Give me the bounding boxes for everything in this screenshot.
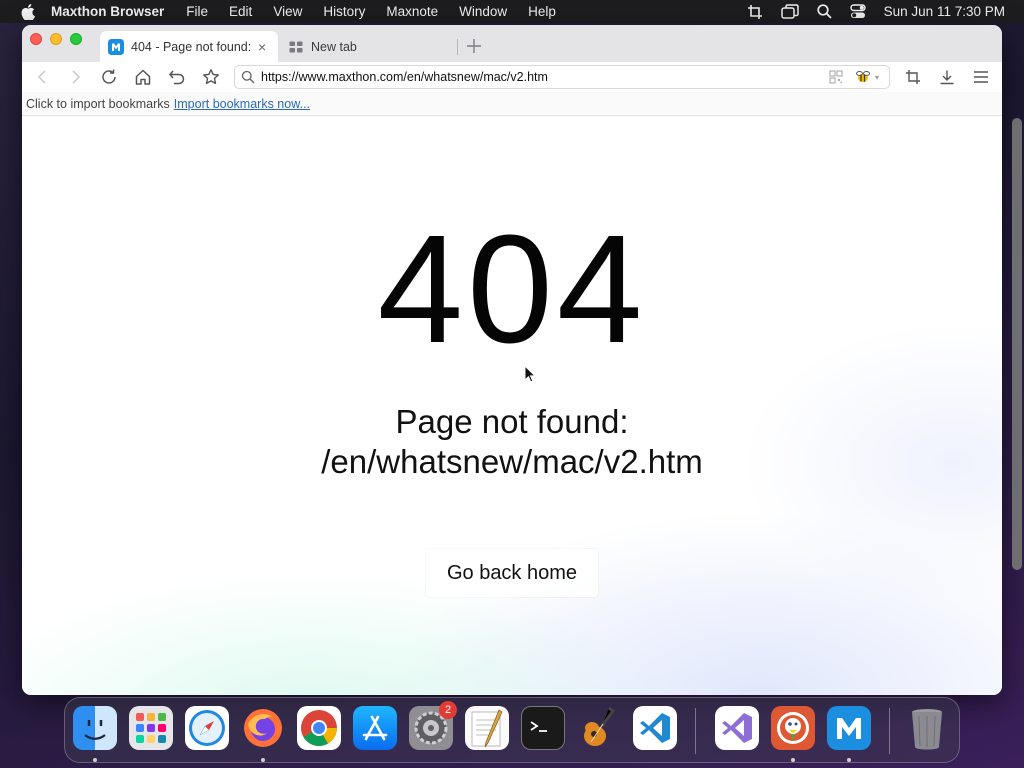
terminal-icon[interactable] <box>521 706 565 750</box>
navigation-toolbar: https://www.maxthon.com/en/whatsnew/mac/… <box>22 62 1002 92</box>
qr-code-icon[interactable] <box>829 70 843 84</box>
running-indicator <box>791 758 795 762</box>
menubar-clock[interactable]: Sun Jun 11 7:30 PM <box>884 4 1005 19</box>
notification-badge: 2 <box>439 701 457 719</box>
dock-divider <box>889 708 890 754</box>
menu-window[interactable]: Window <box>459 4 507 19</box>
menu-view[interactable]: View <box>273 4 302 19</box>
running-indicator <box>93 758 97 762</box>
apple-icon[interactable] <box>19 0 37 23</box>
visual-studio-icon[interactable] <box>715 706 759 750</box>
desktop-scrollbar[interactable] <box>1012 118 1022 570</box>
import-bookmarks-link[interactable]: Import bookmarks now... <box>174 97 310 111</box>
page-content: 404 Page not found: /en/whatsnew/mac/v2.… <box>22 116 1002 695</box>
reload-icon[interactable] <box>100 68 118 86</box>
new-tab-grid-icon <box>289 41 303 52</box>
menu-edit[interactable]: Edit <box>229 4 252 19</box>
dock: 2 <box>64 697 960 763</box>
vscode-icon[interactable] <box>633 706 677 750</box>
running-indicator <box>261 758 265 762</box>
minimize-window-button[interactable] <box>50 33 62 45</box>
menu-history[interactable]: History <box>323 4 365 19</box>
tab-divider <box>457 39 458 55</box>
go-back-home-button[interactable]: Go back home <box>426 549 598 597</box>
search-icon <box>241 70 255 84</box>
address-bar[interactable]: https://www.maxthon.com/en/whatsnew/mac/… <box>234 65 890 89</box>
trash-icon[interactable] <box>905 706 949 750</box>
download-icon[interactable] <box>938 68 956 86</box>
not-found-message: Page not found: /en/whatsnew/mac/v2.htm <box>22 402 1002 482</box>
app-name-menu[interactable]: Maxthon Browser <box>51 4 164 19</box>
duckduckgo-icon[interactable] <box>771 706 815 750</box>
garageband-icon[interactable] <box>577 706 621 750</box>
not-found-label: Page not found: <box>395 403 629 440</box>
tab-title: 404 - Page not found: <box>131 39 252 54</box>
running-indicator <box>847 758 851 762</box>
tab-page-not-found[interactable]: 404 - Page not found: × <box>100 31 278 62</box>
close-tab-icon[interactable]: × <box>258 40 270 54</box>
tab-bar: 404 - Page not found: × New tab <box>22 25 1002 62</box>
mouse-pointer-icon <box>524 365 536 383</box>
new-tab-plus-icon[interactable] <box>466 38 482 54</box>
dock-divider <box>695 708 696 754</box>
chrome-icon[interactable] <box>297 706 341 750</box>
bookmark-bar: Click to import bookmarks Import bookmar… <box>22 92 1002 116</box>
bookmark-star-icon[interactable] <box>202 68 220 86</box>
textedit-icon[interactable] <box>465 706 509 750</box>
menu-help[interactable]: Help <box>528 4 556 19</box>
control-center-icon[interactable] <box>849 4 866 19</box>
finder-icon[interactable] <box>73 706 117 750</box>
menu-hamburger-icon[interactable] <box>972 68 990 86</box>
launchpad-icon[interactable] <box>129 706 173 750</box>
maximize-window-button[interactable] <box>70 33 82 45</box>
spotlight-search-icon[interactable] <box>817 4 832 19</box>
crop-status-icon[interactable] <box>747 4 763 20</box>
screen-mirroring-icon[interactable] <box>780 3 799 20</box>
close-window-button[interactable] <box>30 33 42 45</box>
extension-dropdown-icon[interactable]: ▾ <box>875 73 883 82</box>
menu-bar: Maxthon Browser File Edit View History M… <box>0 0 1024 23</box>
error-code-heading: 404 <box>377 203 647 375</box>
firefox-icon[interactable] <box>241 706 285 750</box>
back-arrow-icon[interactable] <box>34 68 52 86</box>
bee-extension-icon[interactable] <box>855 69 871 85</box>
screenshot-crop-icon[interactable] <box>904 68 922 86</box>
safari-icon[interactable] <box>185 706 229 750</box>
menu-file[interactable]: File <box>186 4 208 19</box>
forward-arrow-icon[interactable] <box>66 68 84 86</box>
undo-close-tab-icon[interactable] <box>168 68 186 86</box>
not-found-path: /en/whatsnew/mac/v2.htm <box>321 443 703 480</box>
tab-new-tab[interactable]: New tab <box>280 31 458 62</box>
maxthon-icon[interactable] <box>827 706 871 750</box>
url-text[interactable]: https://www.maxthon.com/en/whatsnew/mac/… <box>261 70 829 84</box>
app-store-icon[interactable] <box>353 706 397 750</box>
browser-window: 404 - Page not found: × New tab https://… <box>22 25 1002 695</box>
import-bookmarks-prompt: Click to import bookmarks <box>26 96 170 111</box>
menu-maxnote[interactable]: Maxnote <box>386 4 438 19</box>
tab-title: New tab <box>311 39 357 54</box>
window-controls <box>30 33 82 45</box>
maxthon-favicon-icon <box>108 38 124 55</box>
home-icon[interactable] <box>134 68 152 86</box>
